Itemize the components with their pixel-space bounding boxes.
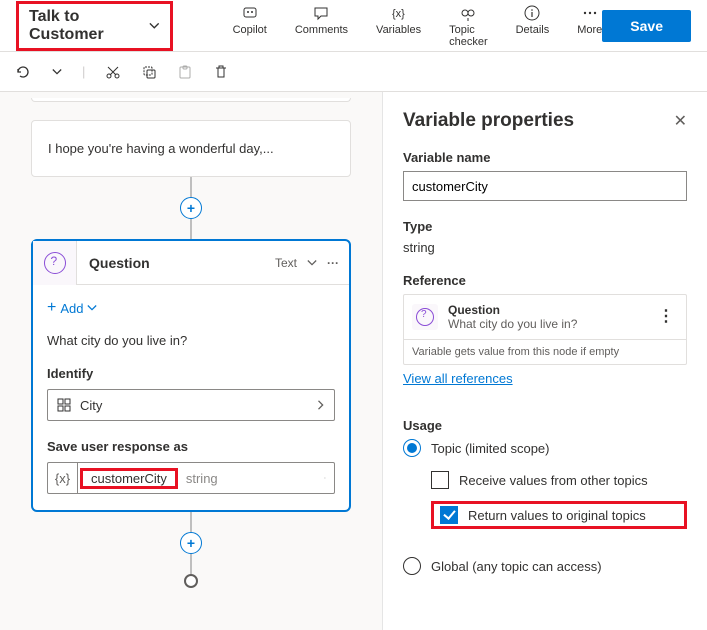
checkbox-icon: [431, 471, 449, 489]
question-icon: [412, 304, 438, 330]
checkbox-icon: [440, 506, 458, 524]
identify-select[interactable]: City: [47, 389, 335, 421]
identify-value: City: [80, 398, 102, 413]
reference-title: Question: [448, 303, 577, 317]
variable-type: string: [180, 471, 224, 486]
more-icon: [581, 3, 599, 23]
topic-name-dropdown[interactable]: Talk to Customer: [16, 1, 173, 51]
usage-label: Usage: [403, 418, 687, 433]
copilot-icon: [241, 3, 259, 23]
receive-values-checkbox[interactable]: Receive values from other topics: [431, 471, 687, 489]
undo-chevron-icon[interactable]: [52, 67, 62, 77]
cut-button[interactable]: [105, 64, 121, 80]
topic-checker-tool[interactable]: Topic checker: [449, 3, 488, 48]
view-all-references-link[interactable]: View all references: [403, 371, 513, 386]
save-button[interactable]: Save: [602, 10, 691, 42]
copy-button[interactable]: [141, 64, 157, 80]
variable-properties-panel: Variable properties ✕ Variable name Type…: [383, 92, 707, 630]
add-button[interactable]: + Add: [47, 297, 335, 319]
variable-icon: {x}: [48, 463, 78, 493]
variable-name: customerCity: [80, 468, 178, 489]
usage-topic-radio[interactable]: Topic (limited scope): [403, 439, 687, 457]
comments-tool[interactable]: Comments: [295, 3, 348, 48]
topic-name-label: Talk to Customer: [29, 8, 143, 44]
question-text: What city do you live in?: [47, 333, 335, 348]
chevron-right-icon: [316, 400, 326, 410]
usage-global-radio[interactable]: Global (any topic can access): [403, 557, 687, 575]
comments-icon: [312, 3, 330, 23]
type-value: string: [403, 240, 687, 255]
reference-footer: Variable gets value from this node if em…: [404, 339, 686, 364]
undo-button[interactable]: [14, 63, 32, 81]
question-type-label: Text: [275, 256, 297, 270]
add-node-button[interactable]: +: [180, 532, 202, 554]
reference-card[interactable]: Question What city do you live in? ⋮ Var…: [403, 294, 687, 365]
node-more-icon[interactable]: ···: [327, 256, 339, 270]
connector: [190, 219, 192, 239]
panel-title: Variable properties: [403, 110, 674, 132]
radio-icon: [403, 557, 421, 575]
return-values-highlight: Return values to original topics: [431, 501, 687, 529]
message-text: I hope you're having a wonderful day,...: [48, 141, 274, 156]
return-values-checkbox[interactable]: Return values to original topics: [440, 506, 646, 524]
canvas: I hope you're having a wonderful day,...…: [0, 92, 383, 630]
question-icon: [33, 241, 77, 285]
variables-tool[interactable]: {x} Variables: [376, 3, 421, 48]
delete-button[interactable]: [213, 64, 229, 80]
variables-icon: {x}: [390, 3, 408, 23]
chevron-down-icon: [87, 303, 97, 313]
radio-icon: [403, 439, 421, 457]
question-node[interactable]: Question Text ··· + Add What city do you…: [31, 239, 351, 512]
chevron-down-icon[interactable]: [307, 258, 317, 268]
more-tool[interactable]: More: [577, 3, 602, 48]
connector: [190, 554, 192, 574]
question-title: Question: [77, 255, 275, 271]
details-tool[interactable]: Details: [516, 3, 550, 48]
reference-subtitle: What city do you live in?: [448, 317, 577, 331]
chevron-right-icon: [324, 473, 334, 483]
separator: |: [82, 64, 85, 79]
copilot-tool[interactable]: Copilot: [233, 3, 267, 48]
variable-name-label: Variable name: [403, 150, 687, 165]
reference-label: Reference: [403, 273, 687, 288]
type-label: Type: [403, 219, 687, 234]
end-node: [184, 574, 198, 588]
message-node[interactable]: I hope you're having a wonderful day,...: [31, 120, 351, 177]
topic-checker-icon: [459, 3, 477, 23]
close-button[interactable]: ✕: [674, 111, 687, 131]
identify-label: Identify: [47, 366, 335, 381]
variable-name-input[interactable]: [403, 171, 687, 201]
details-icon: [523, 3, 541, 23]
paste-button[interactable]: [177, 64, 193, 80]
connector: [190, 512, 192, 532]
reference-more-icon[interactable]: ⋮: [658, 315, 678, 319]
connector: [190, 177, 192, 197]
save-response-label: Save user response as: [47, 439, 335, 454]
add-node-button[interactable]: +: [180, 197, 202, 219]
entity-icon: [56, 397, 72, 413]
chevron-down-icon: [149, 20, 160, 32]
svg-text:{x}: {x}: [392, 8, 405, 20]
variable-select[interactable]: {x} customerCity string: [47, 462, 335, 494]
